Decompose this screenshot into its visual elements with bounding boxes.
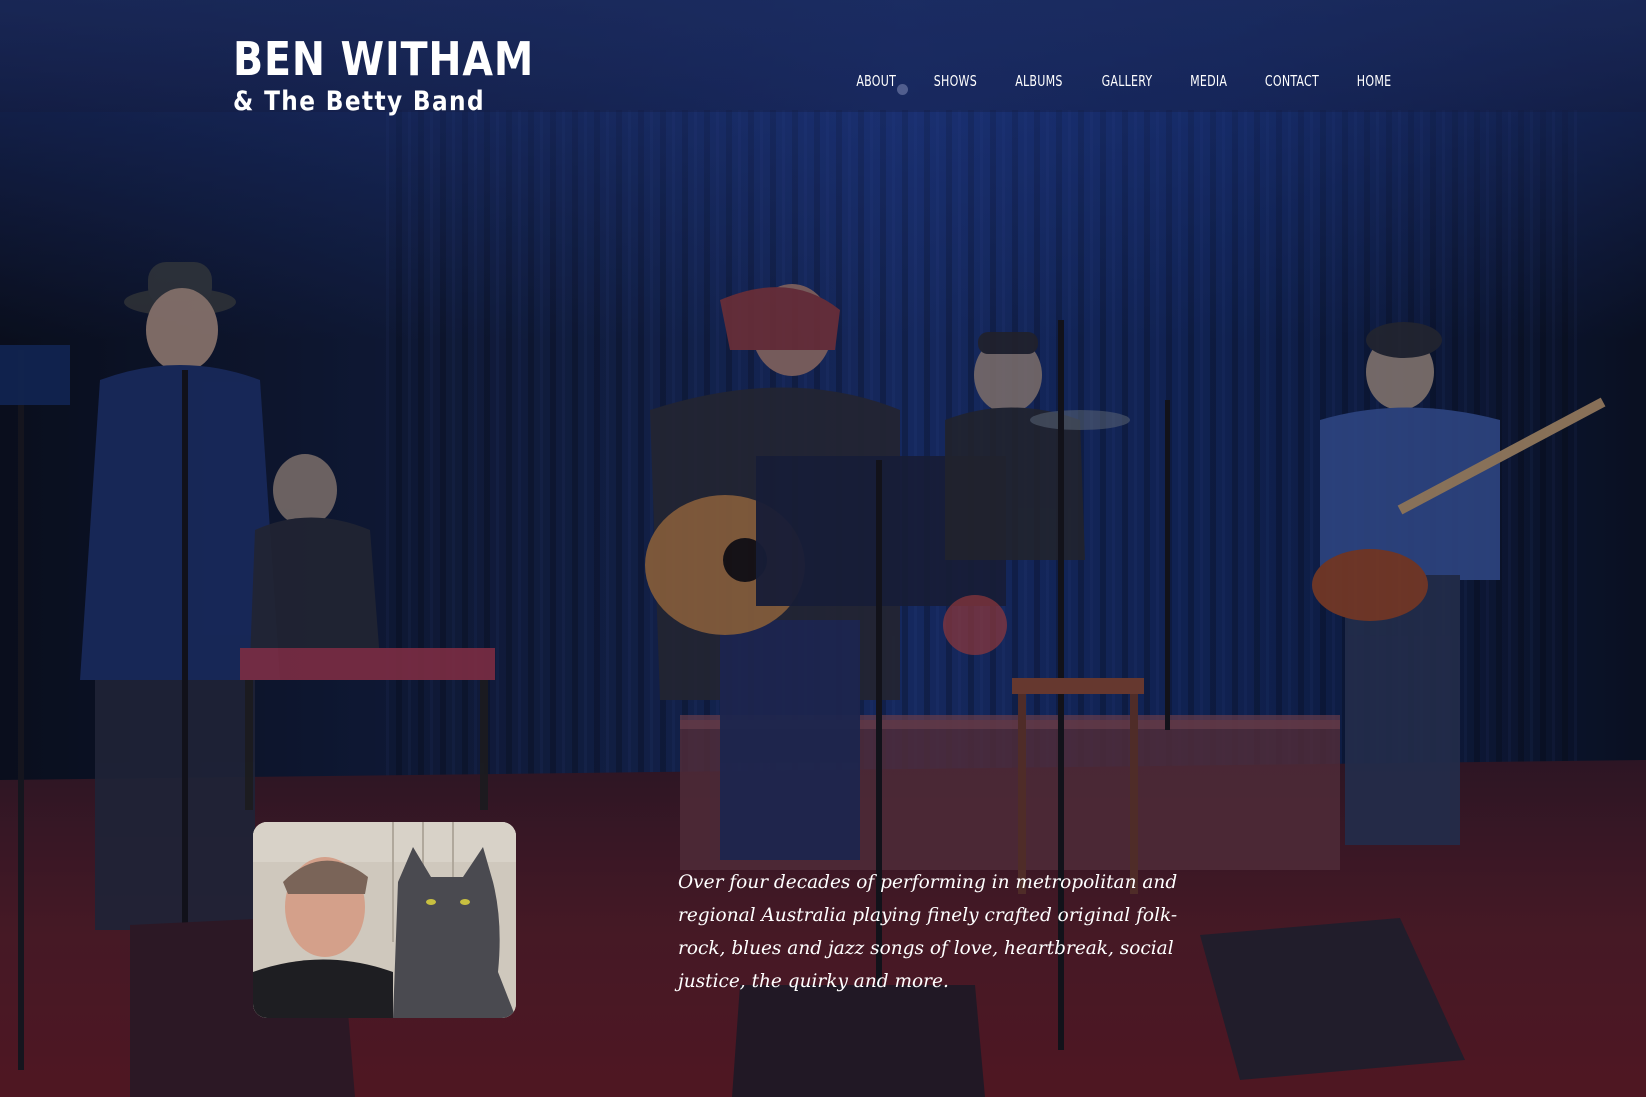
nav-albums[interactable]: ALBUMS <box>1003 72 1073 90</box>
hero-tagline: Over four decades of performing in metro… <box>678 871 1178 992</box>
main-nav: ABOUT SHOWS ALBUMS GALLERY MEDIA CONTACT… <box>838 72 1409 90</box>
nav-home[interactable]: HOME <box>1345 72 1403 90</box>
nav-shows[interactable]: SHOWS <box>922 72 988 90</box>
hero-background: BEN WITHAM & The Betty Band ABOUT SHOWS … <box>0 0 1646 1097</box>
nav-about[interactable]: ABOUT <box>845 72 908 90</box>
brand-subtitle: & The Betty Band <box>233 86 485 117</box>
nav-gallery[interactable]: GALLERY <box>1090 72 1164 90</box>
man-with-cat-image <box>253 822 516 1018</box>
nav-media[interactable]: MEDIA <box>1178 72 1238 90</box>
brand-name: BEN WITHAM <box>233 32 535 86</box>
portrait-photo <box>253 822 516 1018</box>
site-logo[interactable]: BEN WITHAM & The Betty Band <box>233 36 583 115</box>
nav-contact[interactable]: CONTACT <box>1253 72 1330 90</box>
